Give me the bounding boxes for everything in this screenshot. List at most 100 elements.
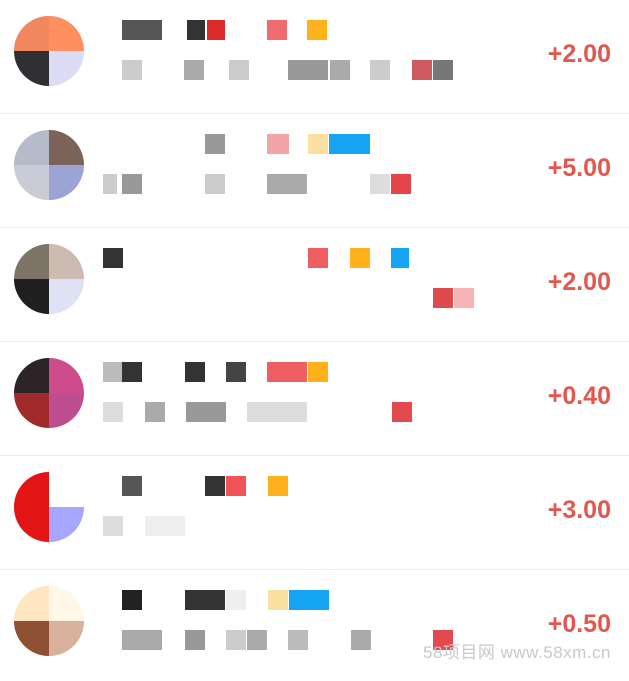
redacted-text-block: [433, 60, 453, 80]
avatar-pixel: [49, 16, 84, 51]
redacted-text-block: [370, 174, 390, 194]
list-item[interactable]: +2.00: [0, 228, 629, 342]
amount-value: +0.40: [547, 382, 611, 410]
redacted-text-block: [268, 476, 288, 496]
redacted-text-block: [103, 402, 123, 422]
avatar-pixel: [14, 165, 49, 200]
transaction-list: +2.00 +5.00 +2.00 +0.40 +3.00 +0.50: [0, 0, 629, 681]
avatar-pixel: [49, 51, 84, 86]
redacted-text-block: [226, 630, 246, 650]
avatar[interactable]: [14, 586, 84, 656]
avatar-pixel: [14, 16, 49, 51]
redacted-text-block: [247, 630, 267, 650]
redacted-text-block: [103, 248, 123, 268]
redacted-text-block: [186, 402, 226, 422]
redacted-text-block: [308, 248, 328, 268]
redacted-text-block: [226, 476, 246, 496]
redacted-text-block: [205, 476, 225, 496]
redacted-text-block: [308, 134, 328, 154]
avatar-pixel: [14, 586, 49, 621]
redacted-text-block: [412, 60, 432, 80]
redacted-text-block: [207, 20, 225, 40]
avatar-pixel: [49, 358, 84, 393]
redacted-text-block: [103, 174, 117, 194]
redacted-text-block: [103, 362, 123, 382]
redacted-text-block: [122, 174, 142, 194]
redacted-text-block: [392, 402, 412, 422]
avatar[interactable]: [14, 358, 84, 428]
list-item[interactable]: +0.50: [0, 570, 629, 681]
redacted-text-block: [350, 248, 370, 268]
redacted-text-block: [205, 134, 225, 154]
redacted-text-block: [226, 362, 246, 382]
redacted-text-block: [103, 516, 123, 536]
avatar-pixel: [14, 472, 49, 507]
redacted-text-block: [145, 516, 185, 536]
redacted-text-block: [247, 402, 307, 422]
redacted-text-block: [267, 362, 307, 382]
redacted-text-block: [391, 248, 409, 268]
redacted-text-block: [145, 402, 165, 422]
avatar-pixel: [14, 393, 49, 428]
redacted-text-block: [307, 20, 327, 40]
redacted-text-block: [185, 590, 225, 610]
avatar-pixel: [49, 621, 84, 656]
avatar-pixel: [49, 472, 84, 507]
list-item[interactable]: +2.00: [0, 0, 629, 114]
list-item[interactable]: +5.00: [0, 114, 629, 228]
avatar[interactable]: [14, 472, 84, 542]
list-item[interactable]: +0.40: [0, 342, 629, 456]
redacted-text-block: [289, 590, 329, 610]
avatar-pixel: [14, 621, 49, 656]
redacted-text-block: [185, 362, 205, 382]
redacted-text-block: [229, 60, 249, 80]
redacted-text-block: [370, 60, 390, 80]
redacted-text-block: [122, 362, 142, 382]
redacted-text-block: [185, 630, 205, 650]
redacted-text-block: [267, 134, 289, 154]
avatar-pixel: [49, 586, 84, 621]
redacted-text-block: [122, 630, 162, 650]
watermark: 58项目网 www.58xm.cn: [423, 643, 611, 662]
redacted-text-block: [330, 60, 350, 80]
redacted-text-block: [267, 174, 307, 194]
avatar-pixel: [14, 244, 49, 279]
redacted-text-block: [226, 590, 246, 610]
redacted-text-block: [122, 590, 142, 610]
redacted-text-block: [433, 288, 453, 308]
redacted-text-block: [268, 590, 288, 610]
avatar-pixel: [14, 279, 49, 314]
redacted-text-block: [187, 20, 205, 40]
redacted-text-block: [391, 174, 411, 194]
redacted-text-block: [288, 60, 328, 80]
avatar-pixel: [49, 279, 84, 314]
redacted-text-block: [288, 630, 308, 650]
avatar-pixel: [14, 507, 49, 542]
avatar-pixel: [14, 51, 49, 86]
avatar[interactable]: [14, 244, 84, 314]
redacted-text-block: [122, 60, 142, 80]
avatar-pixel: [14, 130, 49, 165]
list-item[interactable]: +3.00: [0, 456, 629, 570]
redacted-text-block: [184, 60, 204, 80]
redacted-text-block: [454, 288, 474, 308]
redacted-text-block: [329, 134, 370, 154]
redacted-text-block: [122, 476, 142, 496]
avatar-pixel: [49, 130, 84, 165]
avatar-pixel: [49, 165, 84, 200]
avatar-pixel: [49, 244, 84, 279]
redacted-text-block: [122, 20, 162, 40]
avatar-pixel: [14, 358, 49, 393]
amount-value: +5.00: [547, 154, 611, 182]
amount-value: +3.00: [547, 496, 611, 524]
avatar-pixel: [49, 393, 84, 428]
avatar-pixel: [49, 507, 84, 542]
redacted-text-block: [351, 630, 371, 650]
avatar[interactable]: [14, 16, 84, 86]
avatar[interactable]: [14, 130, 84, 200]
redacted-text-block: [205, 174, 225, 194]
redacted-text-block: [308, 362, 328, 382]
amount-value: +0.50: [547, 610, 611, 638]
redacted-text-block: [267, 20, 287, 40]
amount-value: +2.00: [547, 40, 611, 68]
